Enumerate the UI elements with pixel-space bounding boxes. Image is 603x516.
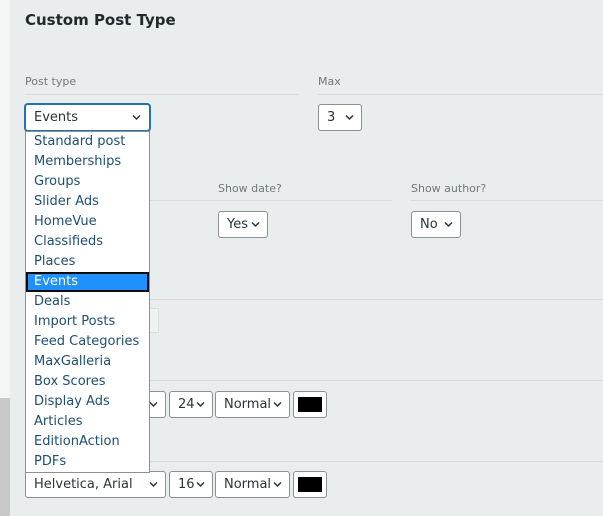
post-type-rule xyxy=(25,94,299,95)
font-weight-value-1: Normal xyxy=(224,397,272,412)
dropdown-option[interactable]: Memberships xyxy=(26,152,149,172)
chevron-down-icon xyxy=(273,480,282,489)
font-family-select-2[interactable]: Helvetica, Arial xyxy=(25,471,166,498)
dropdown-option[interactable]: Box Scores xyxy=(26,372,149,392)
chevron-down-icon xyxy=(196,480,205,489)
color-swatch-1 xyxy=(298,397,322,412)
max-select[interactable]: 3 xyxy=(318,104,362,131)
dropdown-option[interactable]: Feed Categories xyxy=(26,332,149,352)
dropdown-option[interactable]: Groups xyxy=(26,172,149,192)
show-date-label: Show date? xyxy=(218,182,282,195)
font-size-value-2: 16 xyxy=(178,477,195,492)
dropdown-option[interactable]: Places xyxy=(26,252,149,272)
dropdown-option[interactable]: PDFs xyxy=(26,452,149,472)
chevron-down-icon xyxy=(345,113,354,122)
chevron-down-icon xyxy=(149,480,158,489)
dropdown-option[interactable]: Classifieds xyxy=(26,232,149,252)
chevron-down-icon xyxy=(149,400,158,409)
color-picker-button-2[interactable] xyxy=(293,471,327,498)
section-rule xyxy=(150,299,603,300)
chevron-down-icon xyxy=(444,220,453,229)
show-author-value: No xyxy=(420,217,438,232)
section-title: Custom Post Type xyxy=(25,11,176,29)
left-strip-shade xyxy=(0,398,10,516)
post-type-value: Events xyxy=(34,110,79,125)
dropdown-option[interactable]: Deals xyxy=(26,292,149,312)
dropdown-option[interactable]: Slider Ads xyxy=(26,192,149,212)
dropdown-option[interactable]: Import Posts xyxy=(26,312,149,332)
post-type-label: Post type xyxy=(25,75,77,88)
font-size-select-1[interactable]: 24 xyxy=(169,391,213,418)
dropdown-option[interactable]: EditionAction xyxy=(26,432,149,452)
max-value: 3 xyxy=(327,110,336,125)
chevron-down-icon xyxy=(251,220,260,229)
max-label: Max xyxy=(318,75,341,88)
max-rule xyxy=(318,94,603,95)
show-date-select[interactable]: Yes xyxy=(218,211,268,238)
chevron-down-icon xyxy=(196,400,205,409)
dropdown-option[interactable]: Articles xyxy=(26,412,149,432)
post-type-select[interactable]: Events xyxy=(25,104,150,131)
show-author-rule xyxy=(411,200,603,201)
chevron-down-icon xyxy=(273,400,282,409)
section-rule xyxy=(150,380,603,381)
font-size-value-1: 24 xyxy=(178,397,195,412)
font-weight-select-1[interactable]: Normal xyxy=(215,391,290,418)
dropdown-option[interactable]: MaxGalleria xyxy=(26,352,149,372)
show-date-value: Yes xyxy=(227,217,248,232)
font-weight-select-2[interactable]: Normal xyxy=(215,471,290,498)
show-author-select[interactable]: No xyxy=(411,211,461,238)
chevron-down-icon xyxy=(132,113,141,122)
font-size-select-2[interactable]: 16 xyxy=(169,471,213,498)
show-author-label: Show author? xyxy=(411,182,487,195)
color-swatch-2 xyxy=(298,477,322,492)
font-family-value-2: Helvetica, Arial xyxy=(34,477,133,492)
show-date-rule xyxy=(150,200,392,201)
post-type-dropdown[interactable]: Standard post Memberships Groups Slider … xyxy=(25,131,150,473)
section-rule xyxy=(150,461,603,462)
dropdown-option[interactable]: Display Ads xyxy=(26,392,149,412)
dropdown-option-selected[interactable]: Events xyxy=(26,272,149,292)
font-weight-value-2: Normal xyxy=(224,477,272,492)
color-picker-button-1[interactable] xyxy=(293,391,327,418)
dropdown-option[interactable]: HomeVue xyxy=(26,212,149,232)
dropdown-option[interactable]: Standard post xyxy=(26,132,149,152)
